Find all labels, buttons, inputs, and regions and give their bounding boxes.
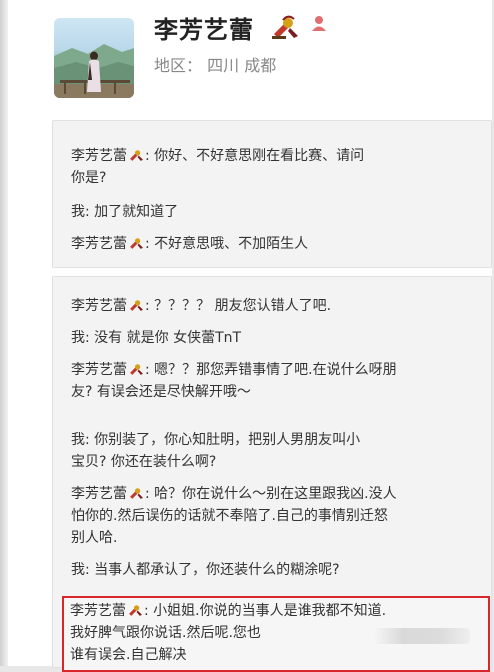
message: 李芳艺蕾 : 哈？你在说什么～别在这里跟我凶.没人 怕你的.然后误伤的话就不奉陪了… xyxy=(71,483,475,549)
speaker-name: 李芳艺蕾 xyxy=(71,362,127,378)
message: 李芳艺蕾 : 不好意思哦、不加陌生人 xyxy=(71,233,475,255)
speaker-name: 李芳艺蕾 xyxy=(71,148,127,164)
region-value: 四川 成都 xyxy=(207,56,277,75)
wukong-emoji-icon xyxy=(130,150,143,161)
left-edge-shadow xyxy=(0,0,8,666)
speaker-name: 我 xyxy=(71,204,85,220)
message-text-cont: 友? 有误会还是尽快解开哦～ xyxy=(71,384,251,400)
message-text: : ？？？？ 朋友您认错人了吧. xyxy=(145,298,332,314)
speaker-name: 我 xyxy=(71,330,85,346)
wukong-emoji-icon xyxy=(130,488,143,499)
speaker-name: 李芳艺蕾 xyxy=(71,236,127,252)
message-text: : 不好意思哦、不加陌生人 xyxy=(145,236,309,252)
speaker-name: 李芳艺蕾 xyxy=(71,298,127,314)
message-text: : 你好、不好意思刚在看比赛、请问 xyxy=(145,148,365,164)
profile-header: 李芳艺蕾 地区： 四川 成都 xyxy=(8,0,492,112)
region-label: 地区： xyxy=(154,56,203,75)
message-text: : 你别装了，你心知肚明，把别人男朋友叫小 xyxy=(85,432,361,448)
chat-screenshot-page: 李芳艺蕾 地区： 四川 成都 李芳艺蕾 : 你好、不好意思刚在看比赛、请问 你是?… xyxy=(8,0,492,672)
avatar-landscape-image xyxy=(54,44,134,98)
message-text: : 小姐姐.你说的当事人是谁我都不知道. xyxy=(144,603,387,619)
message: 李芳艺蕾 : 你好、不好意思刚在看比赛、请问 你是? xyxy=(71,145,475,189)
chat-card: 李芳艺蕾 : 你好、不好意思刚在看比赛、请问 你是? 我: 加了就知道了 李芳艺蕾… xyxy=(52,120,492,268)
message: 我: 加了就知道了 xyxy=(71,201,475,223)
wukong-emoji-icon xyxy=(130,300,143,311)
message: 我: 你别装了，你心知肚明，把别人男朋友叫小 宝贝? 你还在装什么啊? xyxy=(71,429,475,473)
speaker-name: 我 xyxy=(71,562,85,578)
message: 我: 当事人都承认了，你还装什么的糊涂呢? xyxy=(71,559,475,581)
chat-log: 李芳艺蕾: 你好、不好意思刚在看比赛、请问 你是? 我: 加了就知道了 李芳艺蕾… xyxy=(52,120,492,672)
region-line: 地区： 四川 成都 xyxy=(154,52,276,76)
user-icon xyxy=(312,16,326,31)
wukong-emoji-icon xyxy=(272,15,298,39)
message-text-cont: 我好脾气跟你说话.然后呢.您也 xyxy=(70,625,261,641)
message-text: : 没有 就是你 女侠蕾TnT xyxy=(85,330,242,346)
message-text-cont: 宝贝? 你还在装什么啊? xyxy=(71,454,217,470)
message-text: : 哈？你在说什么～别在这里跟我凶.没人 xyxy=(145,486,397,502)
message: 李芳艺蕾 : 嗯？？那您弄错事情了吧.在说什么呀朋 友? 有误会还是尽快解开哦～ xyxy=(71,359,475,403)
message-text: : 嗯？？那您弄错事情了吧.在说什么呀朋 xyxy=(145,362,397,378)
message-text-cont: 别人哈. xyxy=(71,530,118,546)
avatar[interactable] xyxy=(54,18,134,98)
message-text-cont: 怕你的.然后误伤的话就不奉陪了.自己的事情别迁怒 xyxy=(71,508,388,524)
profile-name: 李芳艺蕾 xyxy=(154,16,254,44)
message-text-cont: 你是? xyxy=(71,170,107,186)
speaker-name: 李芳艺蕾 xyxy=(71,486,127,502)
speaker-name: 我 xyxy=(71,432,85,448)
redaction-blur xyxy=(374,628,470,644)
message: 李芳艺蕾 : ？？？？ 朋友您认错人了吧. xyxy=(71,295,475,317)
speaker-name: 李芳艺蕾 xyxy=(70,603,126,619)
message: 我: 没有 就是你 女侠蕾TnT xyxy=(71,327,475,349)
message-text: : 加了就知道了 xyxy=(85,204,179,220)
wukong-emoji-icon xyxy=(129,605,142,616)
message-text: : 当事人都承认了，你还装什么的糊涂呢? xyxy=(85,562,340,578)
wukong-emoji-icon xyxy=(130,364,143,375)
message-text-cont: 谁有误会.自己解决 xyxy=(70,647,187,663)
wukong-emoji-icon xyxy=(130,238,143,249)
